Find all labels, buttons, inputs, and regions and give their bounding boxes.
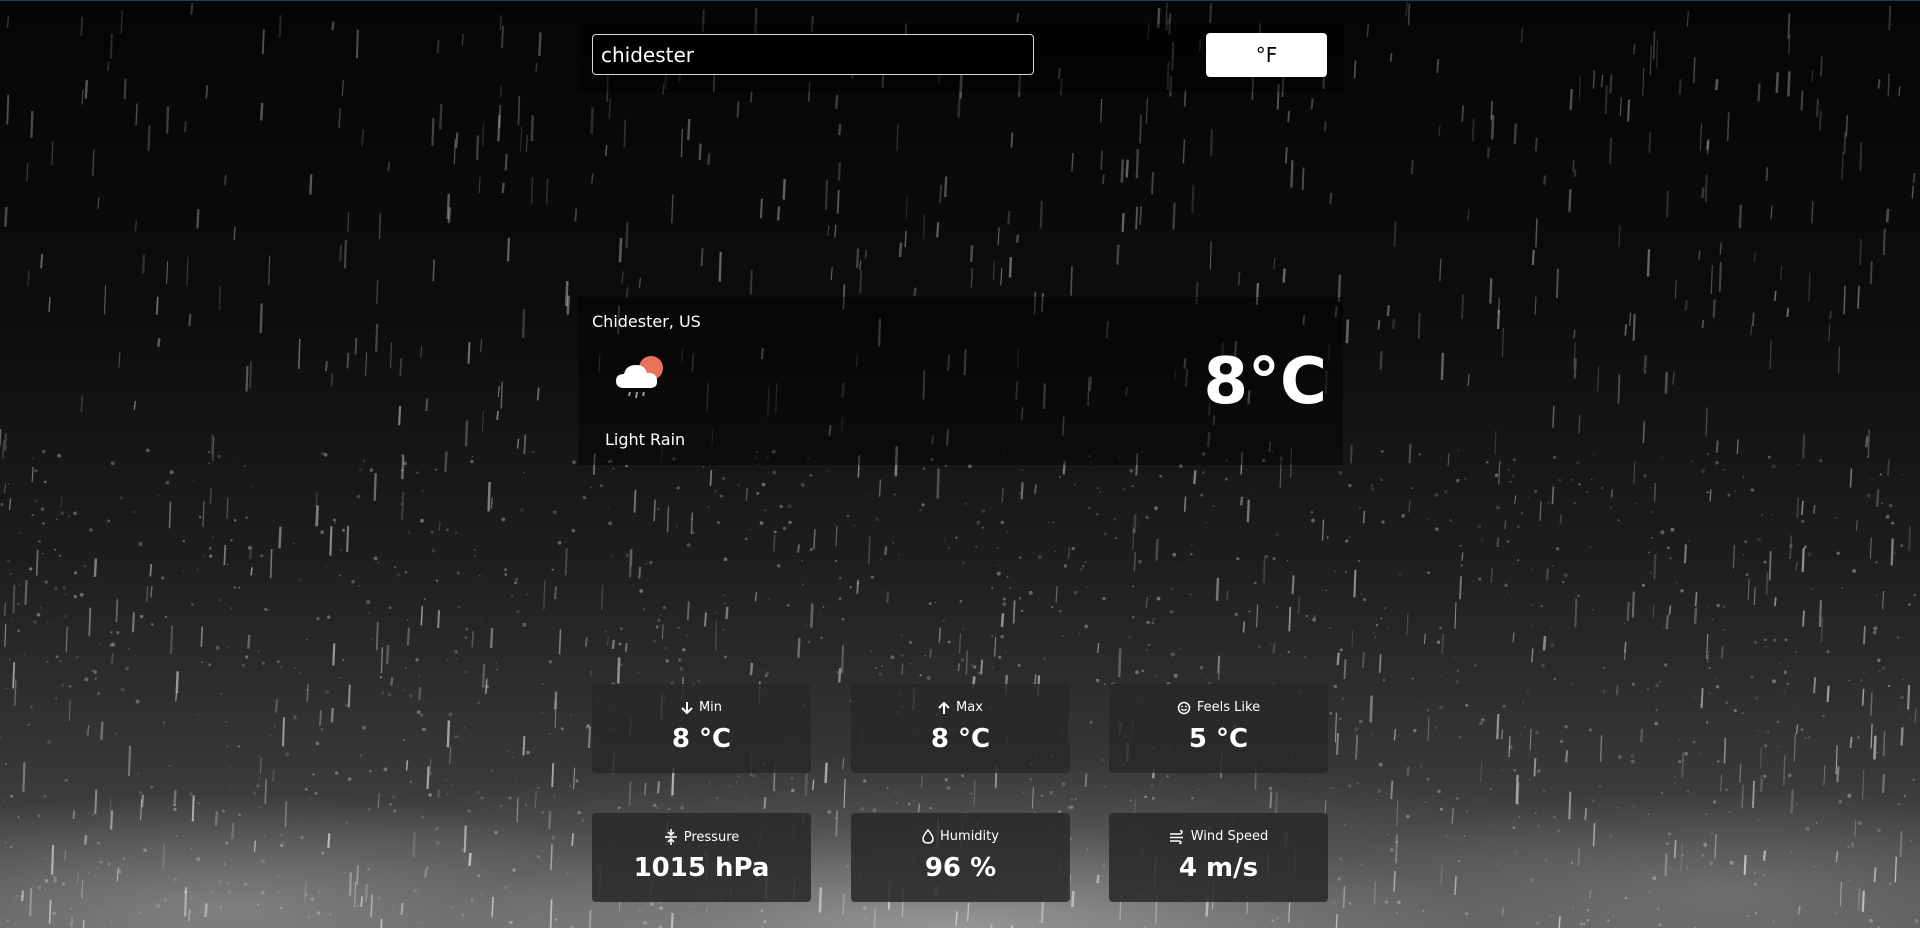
humidity-value: 96 % [924, 853, 997, 883]
min-temp-card: Min 8 °C [592, 684, 811, 773]
min-label: Min [698, 700, 723, 715]
top-border [0, 0, 1920, 1]
feels-like-card: Feels Like 5 °C [1109, 684, 1328, 773]
droplet-icon [922, 829, 934, 844]
wind-speed-label: Wind Speed [1190, 829, 1269, 844]
max-temp-card: Max 8 °C [851, 684, 1070, 773]
humidity-card: Humidity 96 % [851, 813, 1070, 902]
arrow-up-icon [938, 701, 950, 714]
pressure-value: 1015 hPa [633, 853, 770, 883]
location-label: Chidester, US [592, 312, 701, 331]
min-value: 8 °C [671, 724, 732, 754]
wind-speed-value: 4 m/s [1178, 853, 1259, 883]
arrow-down-icon [681, 701, 693, 714]
max-value: 8 °C [930, 724, 991, 754]
max-label: Max [956, 700, 983, 715]
pressure-card: Pressure 1015 hPa [592, 813, 811, 902]
current-temperature: 8°C [1203, 345, 1328, 419]
wind-speed-card: Wind Speed 4 m/s [1109, 813, 1328, 902]
wind-icon [1169, 829, 1183, 844]
cloud-sun-rain-icon [612, 352, 672, 402]
smile-icon [1177, 701, 1191, 714]
weather-description: Light Rain [605, 430, 686, 449]
city-search-input[interactable] [592, 34, 1034, 75]
pressure-icon [664, 829, 677, 845]
pressure-label: Pressure [683, 829, 740, 845]
feels-like-value: 5 °C [1188, 724, 1249, 754]
feels-like-label: Feels Like [1196, 700, 1261, 715]
humidity-label: Humidity [940, 829, 999, 844]
unit-toggle-button[interactable]: °F [1206, 33, 1327, 77]
